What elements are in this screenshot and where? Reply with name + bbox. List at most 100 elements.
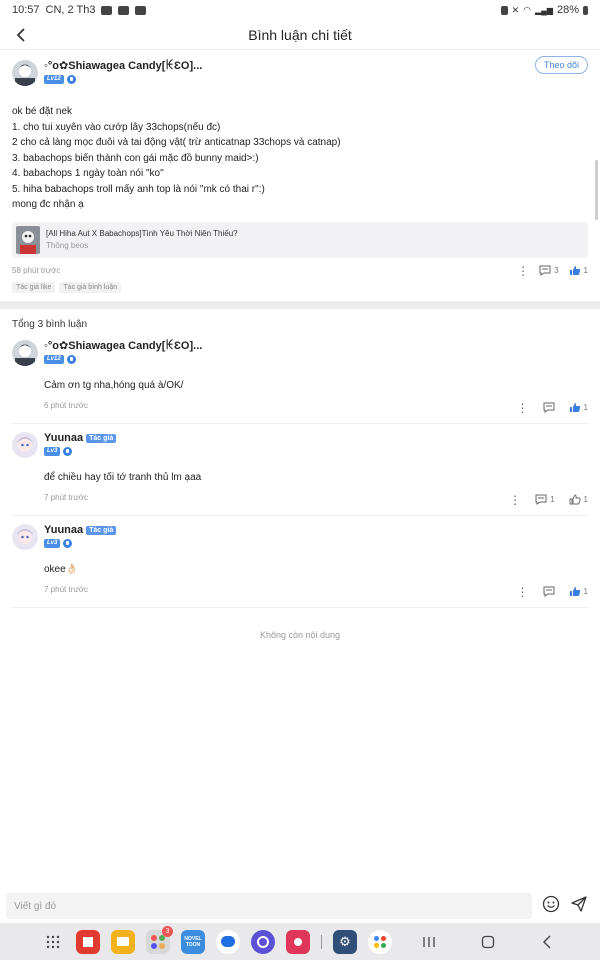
controller-icon	[135, 5, 147, 15]
post-line: mong đc nhận ạ	[12, 199, 84, 210]
story-title: [All Hiha Aut X Babachops]Tình Yêu Thời …	[46, 229, 238, 238]
comment-button[interactable]: 3	[539, 265, 559, 276]
username: ◦°o✿Shiawagea Candy[ꀘƐO]...	[44, 60, 203, 72]
reply-count: 1	[550, 495, 555, 504]
comment-author[interactable]: Yuunaa Tác giả Lv3	[12, 431, 588, 458]
settings-app-icon[interactable]: ⚙	[333, 929, 357, 954]
screen-recorder-app-icon[interactable]	[286, 929, 310, 954]
emoji-icon	[542, 895, 560, 912]
more-options-icon[interactable]: ⋮	[517, 401, 529, 415]
back-nav-button[interactable]	[535, 930, 559, 954]
signal-icon: ▂▄▆	[534, 5, 553, 15]
section-divider	[0, 300, 600, 309]
novel-toon-app-icon[interactable]: NOVEL TOON	[181, 929, 205, 954]
level-badge: Lv12	[44, 75, 64, 84]
comment-total: Tổng 3 bình luận	[12, 318, 88, 330]
follow-button[interactable]: Theo dõi	[534, 56, 588, 74]
like-count: 1	[583, 266, 588, 275]
comment-icon	[535, 494, 547, 505]
assistant-app-icon[interactable]	[368, 929, 392, 954]
mute-icon: ✕	[511, 4, 520, 15]
author-tag: Tác giả	[86, 525, 117, 535]
linked-story-card[interactable]: [All Hiha Aut X Babachops]Tình Yêu Thời …	[12, 221, 588, 258]
avatar[interactable]	[12, 523, 38, 550]
username: ◦°o✿Shiawagea Candy[ꀘƐO]...	[44, 339, 203, 352]
top-bar: Bình luận chi tiết	[0, 20, 600, 50]
level-badge: Lv3	[44, 538, 61, 548]
comment-author[interactable]: ◦°o✿Shiawagea Candy[ꀘƐO]... Lv12	[12, 339, 588, 366]
like-button[interactable]: 1	[569, 265, 588, 276]
comment-item: Yuunaa Tác giả Lv3 để chiều hay tối tớ tr…	[12, 431, 588, 516]
game-icon	[118, 5, 130, 15]
home-button[interactable]	[476, 930, 500, 954]
post-line: ok bé đặt nek	[12, 106, 73, 117]
status-bar: 10:57 CN, 2 Th3 ✕ ◠ ▂▄▆ 28%	[0, 0, 600, 20]
post-author[interactable]: ◦°o✿Shiawagea Candy[ꀘƐO]... Lv12	[12, 60, 588, 86]
avatar[interactable]	[12, 431, 38, 458]
shield-icon	[66, 75, 76, 84]
alarm-icon	[500, 5, 508, 15]
back-button[interactable]	[10, 24, 32, 46]
files-app-icon[interactable]	[111, 929, 135, 954]
comment-field[interactable]	[14, 900, 524, 912]
comments-section: Tổng 3 bình luận ◦°o✿Shiawagea Candy[ꀘƐO…	[0, 308, 600, 905]
story-author: Thông beos	[46, 241, 89, 250]
scrollbar[interactable]	[595, 160, 598, 220]
reply-button[interactable]: 1	[535, 494, 555, 505]
username: Yuunaa Tác giả	[44, 524, 117, 537]
like-button[interactable]: 1	[569, 402, 588, 413]
like-count: 1	[583, 495, 588, 504]
video-icon	[101, 5, 113, 15]
comment-time: 7 phút trước	[44, 584, 88, 594]
reply-button[interactable]	[543, 586, 555, 597]
comment-count: 3	[554, 266, 559, 275]
flipboard-app-icon[interactable]	[76, 929, 100, 954]
more-options-icon[interactable]: ⋮	[517, 264, 529, 278]
status-date: CN, 2 Th3	[45, 4, 96, 16]
recents-button[interactable]	[417, 930, 441, 954]
internet-app-icon[interactable]	[251, 929, 275, 954]
reply-button[interactable]	[543, 402, 555, 413]
story-thumbnail	[16, 225, 40, 254]
comment-time: 7 phút trước	[44, 492, 88, 502]
more-options-icon[interactable]: ⋮	[509, 493, 521, 507]
post-line: 2 cho cả làng mọc đuôi và tai động vật( …	[12, 137, 341, 148]
status-time: 10:57	[12, 4, 40, 16]
comment-item: Yuunaa Tác giả Lv3 okee👌🏻 7 phút trước ⋮ …	[12, 523, 588, 608]
thumbs-up-icon	[569, 266, 580, 275]
like-button[interactable]: 1	[569, 494, 588, 505]
avatar[interactable]	[12, 60, 38, 86]
post-line: 5. hiha babachops troll mấy anh top là n…	[12, 183, 265, 195]
shield-icon	[63, 446, 73, 456]
like-count: 1	[583, 403, 588, 412]
send-button[interactable]	[570, 895, 588, 918]
app-folder-icon[interactable]: 3	[146, 925, 173, 954]
comment-input[interactable]	[6, 893, 532, 919]
like-button[interactable]: 1	[569, 586, 588, 597]
post-line: 4. babachops 1 ngày toàn nói "ko"	[12, 168, 164, 179]
more-options-icon[interactable]: ⋮	[517, 585, 529, 599]
notification-badge: 3	[162, 925, 173, 937]
end-of-list: Không còn nội dung	[259, 629, 341, 640]
back-icon	[543, 935, 551, 948]
battery-icon	[583, 5, 588, 15]
emoji-button[interactable]	[542, 895, 560, 918]
comment-icon	[539, 265, 551, 276]
recents-icon	[423, 936, 435, 947]
level-badge: Lv12	[44, 354, 64, 364]
comment-time: 6 phút trước	[44, 400, 88, 410]
send-icon	[571, 895, 587, 912]
comment-text: để chiều hay tối tớ tranh thủ lm ạaa	[44, 471, 202, 483]
like-count: 1	[583, 587, 588, 596]
battery-text: 28%	[556, 4, 579, 16]
post-time: 58 phút trước	[12, 266, 61, 275]
system-nav-bar: 3 NOVEL TOON ⚙	[0, 923, 600, 960]
avatar[interactable]	[12, 339, 38, 366]
app-drawer-icon[interactable]	[41, 930, 65, 954]
comment-text: okee👌🏻	[44, 563, 79, 575]
thumbs-up-outline-icon	[569, 494, 581, 505]
comment-icon	[543, 586, 555, 597]
messages-app-icon[interactable]	[216, 929, 240, 954]
post-line: 1. cho tui xuyên vào cướp lây 33chops(nế…	[12, 121, 221, 133]
comment-author[interactable]: Yuunaa Tác giả Lv3	[12, 523, 588, 550]
